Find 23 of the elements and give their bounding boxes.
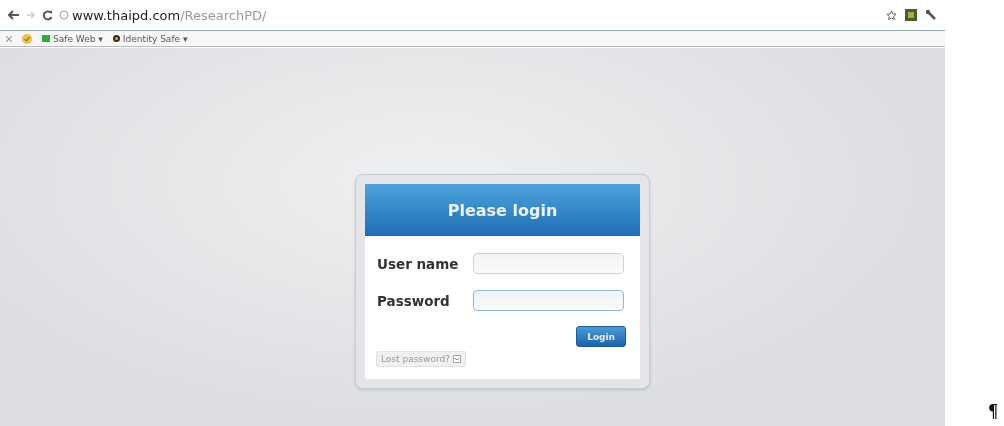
close-icon[interactable] [6, 35, 12, 42]
field-label: User name [377, 255, 460, 272]
reload-icon[interactable] [42, 9, 53, 21]
url-path: /ResearchPD/ [180, 7, 267, 23]
url-host: www.thaipd.com [72, 7, 181, 23]
bookmark-menu[interactable]: Safe Web ▾ [53, 33, 103, 44]
check-badge-icon[interactable] [22, 33, 32, 44]
back-icon[interactable] [8, 10, 20, 20]
field-label: Password [377, 292, 451, 309]
input-field[interactable] [473, 290, 624, 311]
extension-icon[interactable] [905, 9, 917, 21]
square-icon [42, 35, 50, 42]
star-icon[interactable] [886, 9, 897, 21]
address-bar[interactable]: www.thaipd.com/ResearchPD/ [59, 4, 880, 26]
paragraph-mark: ¶ [988, 401, 998, 422]
circle-icon [112, 35, 120, 42]
login-button[interactable]: Login [576, 326, 626, 347]
wrench-icon[interactable] [925, 9, 937, 21]
bookmark-menu[interactable]: Identity Safe ▾ [122, 33, 188, 44]
login-header: Please login [365, 184, 640, 236]
input-field[interactable] [473, 253, 624, 274]
globe-icon [59, 10, 69, 20]
dropdown-icon [452, 355, 461, 363]
